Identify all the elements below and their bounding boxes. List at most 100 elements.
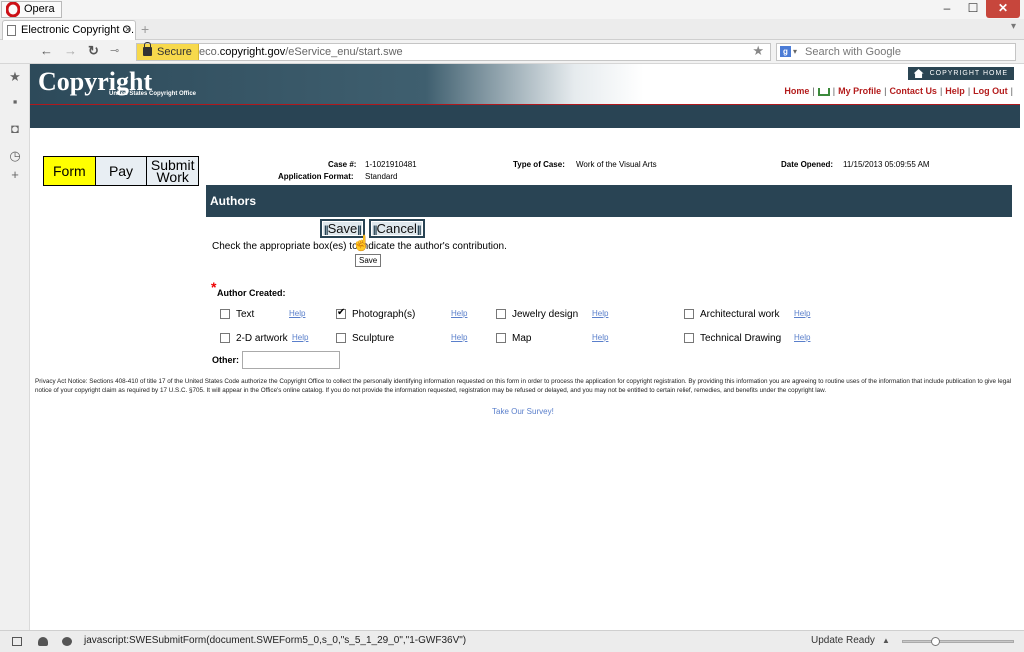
panel-toggle-icon[interactable]	[12, 637, 22, 646]
speed-dial-icon[interactable]	[62, 637, 72, 646]
contribution-label: Map	[512, 332, 532, 344]
sidebar: ★ ▪ ◘ ◷ +	[0, 64, 30, 630]
bookmarks-star-icon[interactable]: ★	[8, 70, 22, 84]
reload-icon[interactable]: ↻	[88, 43, 99, 59]
checkbox[interactable]	[336, 307, 346, 319]
opera-menu-label: Opera	[24, 3, 55, 15]
contribution-sculpture[interactable]: Sculpture	[336, 331, 394, 345]
search-input[interactable]: g ▾ Search with Google	[776, 43, 1016, 61]
application-format-value: Standard	[365, 172, 398, 181]
authors-section-header: Authors	[206, 185, 1012, 217]
help-link[interactable]: Help	[451, 333, 467, 342]
home-icon	[913, 69, 924, 78]
action-buttons: Save Cancel	[320, 219, 425, 238]
copyright-home-button[interactable]: COPYRIGHT HOME	[907, 67, 1014, 80]
author-created-label: Author Created:	[217, 288, 286, 298]
separator: |	[967, 86, 971, 96]
tab-title: Electronic Copyright O...	[21, 24, 136, 36]
navigation-bar: ← → ↻ ⊸ Secure eco.copyright.gov/eServic…	[0, 40, 1024, 64]
contribution-photographs[interactable]: Photograph(s)	[336, 307, 415, 321]
update-ready[interactable]: Update Ready	[811, 631, 875, 651]
step-submit-work[interactable]: Submit Work	[147, 157, 199, 185]
contribution-label: Architectural work	[700, 308, 780, 320]
window-controls: – ☐ ✕	[934, 0, 1020, 18]
key-icon[interactable]: ⊸	[110, 43, 119, 59]
address-bar[interactable]: Secure eco.copyright.gov/eService_enu/st…	[136, 42, 771, 61]
lock-icon	[143, 42, 152, 56]
cancel-button[interactable]: Cancel	[368, 219, 425, 238]
help-link[interactable]: Help	[451, 309, 467, 318]
tab-electronic-copyright[interactable]: Electronic Copyright O... ×	[2, 20, 136, 40]
step-pay[interactable]: Pay	[95, 157, 148, 185]
help-link-top[interactable]: Help	[945, 86, 965, 96]
help-link[interactable]: Help	[292, 333, 308, 342]
log-out-link[interactable]: Log Out	[973, 86, 1008, 96]
checkbox[interactable]	[220, 333, 230, 343]
separator: |	[884, 86, 887, 96]
help-link[interactable]: Help	[794, 333, 810, 342]
copyright-home-label: COPYRIGHT HOME	[929, 70, 1008, 77]
back-arrow-icon[interactable]: ←	[40, 43, 53, 59]
contribution-label: Sculpture	[352, 332, 395, 344]
new-tab-button[interactable]: +	[141, 21, 149, 37]
zoom-slider-thumb[interactable]	[931, 637, 940, 646]
site-header: Copyright United States Copyright Office…	[30, 64, 1020, 104]
case-number-label: Case #:	[328, 160, 357, 169]
home-link[interactable]: Home	[784, 86, 809, 96]
update-arrow-icon[interactable]: ▲	[882, 631, 890, 651]
contribution-jewelry-design[interactable]: Jewelry design	[496, 307, 578, 321]
other-label: Other:	[212, 355, 239, 365]
checkbox[interactable]	[684, 309, 694, 319]
other-input[interactable]	[242, 351, 340, 369]
separator: |	[1010, 86, 1013, 96]
zoom-slider[interactable]	[902, 637, 1014, 646]
contribution-label: 2-D artwork	[236, 332, 288, 344]
url-domain: copyright.gov	[219, 46, 286, 58]
nav-strip	[30, 105, 1020, 128]
tab-close-icon[interactable]: ×	[125, 21, 131, 39]
workflow-steps: Form Pay Submit Work	[43, 156, 199, 186]
take-survey-link[interactable]: Take Our Survey!	[492, 407, 554, 416]
opera-menu-button[interactable]: Opera	[1, 1, 62, 18]
checkbox[interactable]	[496, 333, 506, 343]
contribution-map[interactable]: Map	[496, 331, 531, 345]
downloads-icon[interactable]: ◘	[8, 122, 22, 136]
contact-us-link[interactable]: Contact Us	[889, 86, 937, 96]
search-engine-dropdown-icon[interactable]: ▾	[793, 44, 797, 60]
notes-icon[interactable]: ▪	[8, 95, 22, 109]
help-link[interactable]: Help	[592, 309, 608, 318]
tab-menu-chevron-icon[interactable]: ▾	[1011, 21, 1016, 32]
contribution-text[interactable]: Text	[220, 307, 254, 321]
close-window-button[interactable]: ✕	[986, 0, 1020, 18]
case-number-value: 1-1021910481	[365, 160, 417, 169]
contribution-label: Jewelry design	[512, 308, 579, 320]
date-opened-value: 11/15/2013 05:09:55 AM	[843, 160, 930, 169]
type-of-case-label: Type of Case:	[513, 160, 565, 169]
contribution-technical-drawing[interactable]: Technical Drawing	[684, 331, 781, 345]
status-bar: javascript:SWESubmitForm(document.SWEFor…	[0, 630, 1024, 652]
checkbox[interactable]	[336, 333, 346, 343]
url-text[interactable]: eco.copyright.gov/eService_enu/start.swe	[199, 44, 403, 60]
step-form[interactable]: Form	[44, 157, 96, 185]
checkbox[interactable]	[496, 309, 506, 319]
cloud-icon[interactable]	[38, 637, 48, 646]
contribution-2d-artwork[interactable]: 2-D artwork	[220, 331, 288, 345]
help-link[interactable]: Help	[592, 333, 608, 342]
secure-badge[interactable]: Secure	[137, 42, 199, 60]
application-format-label: Application Format:	[278, 172, 354, 181]
contribution-architectural-work[interactable]: Architectural work	[684, 307, 779, 321]
forward-arrow-icon[interactable]: →	[64, 43, 77, 59]
checkbox[interactable]	[220, 309, 230, 319]
minimize-button[interactable]: –	[934, 0, 960, 18]
history-clock-icon[interactable]: ◷	[8, 149, 22, 163]
checkbox[interactable]	[684, 333, 694, 343]
help-link[interactable]: Help	[289, 309, 305, 318]
cart-icon[interactable]	[817, 87, 830, 96]
contribution-label: Technical Drawing	[700, 332, 782, 344]
maximize-button[interactable]: ☐	[960, 0, 986, 18]
my-profile-link[interactable]: My Profile	[838, 86, 881, 96]
secure-label: Secure	[157, 46, 192, 58]
bookmark-star-icon[interactable]: ★	[752, 43, 764, 59]
help-link[interactable]: Help	[794, 309, 810, 318]
add-panel-icon[interactable]: +	[8, 168, 22, 182]
